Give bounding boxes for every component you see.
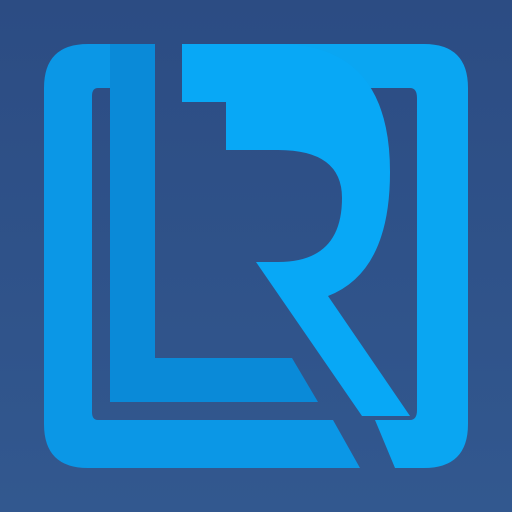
app-icon-canvas (0, 0, 512, 512)
lr-monogram-logo-icon (44, 44, 468, 468)
